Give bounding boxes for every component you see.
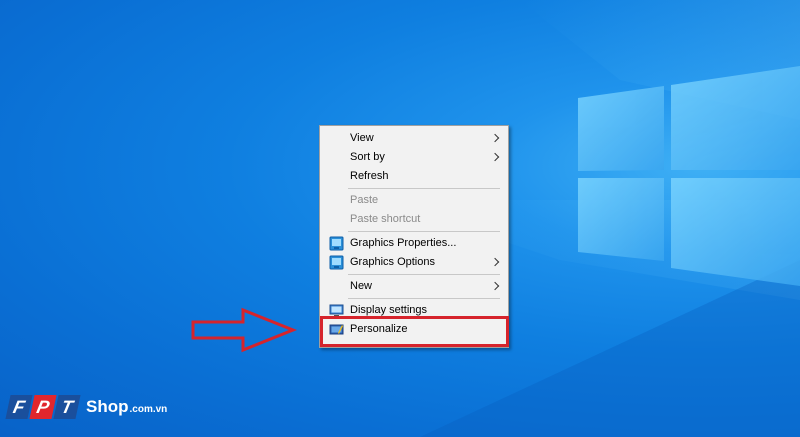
chevron-right-icon xyxy=(490,281,500,291)
brand-letter-f: F xyxy=(5,395,33,419)
menu-item-paste[interactable]: Paste xyxy=(320,191,508,210)
desktop-context-menu: View Sort by Refresh Paste Paste shortcu… xyxy=(319,125,509,348)
windows-logo xyxy=(578,66,800,286)
chevron-right-icon xyxy=(490,257,500,267)
menu-item-graphics-options[interactable]: Graphics Options xyxy=(320,253,508,272)
menu-item-new[interactable]: New xyxy=(320,277,508,296)
brand-letter-p: P xyxy=(29,395,57,419)
personalize-highlight-box xyxy=(320,316,509,347)
menu-separator xyxy=(348,231,500,232)
menu-item-paste-shortcut[interactable]: Paste shortcut xyxy=(320,210,508,229)
chevron-right-icon xyxy=(490,133,500,143)
menu-separator xyxy=(348,274,500,275)
brand-letter-t: T xyxy=(53,395,81,419)
menu-item-graphics-properties[interactable]: Graphics Properties... xyxy=(320,234,508,253)
intel-graphics-icon xyxy=(329,236,344,251)
menu-item-refresh[interactable]: Refresh xyxy=(320,167,508,186)
fptshop-watermark: F P T Shop .com.vn xyxy=(5,392,168,422)
menu-separator xyxy=(348,188,500,189)
brand-domain: .com.vn xyxy=(129,403,168,415)
menu-item-sort-by[interactable]: Sort by xyxy=(320,148,508,167)
red-arrow-icon xyxy=(191,307,298,353)
intel-graphics-icon xyxy=(329,255,344,270)
menu-item-view[interactable]: View xyxy=(320,129,508,148)
chevron-right-icon xyxy=(490,152,500,162)
menu-separator xyxy=(348,298,500,299)
brand-name: Shop xyxy=(86,397,129,416)
